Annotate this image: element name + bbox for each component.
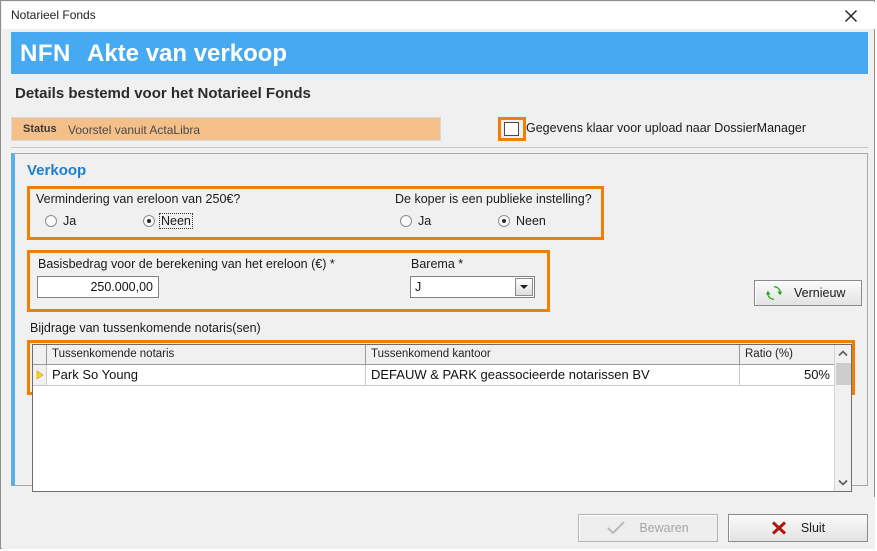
close-button-label: Sluit	[800, 521, 826, 535]
radio-publieke-instelling-ja[interactable]: Ja	[400, 214, 431, 228]
radio-mark-icon	[45, 215, 57, 227]
upload-ready-label: Gegevens klaar voor upload naar DossierM…	[526, 121, 807, 135]
chevron-down-icon[interactable]	[515, 278, 533, 296]
window-title: Notarieel Fonds	[11, 8, 96, 22]
close-icon	[845, 10, 857, 22]
radio-publieke-instelling-neen[interactable]: Neen	[498, 214, 546, 228]
grid-empty-area	[33, 386, 835, 491]
verkoop-panel: Verkoop Vermindering van ereloon van 250…	[11, 153, 868, 492]
check-icon	[607, 521, 626, 535]
radio-label: Ja	[63, 214, 77, 228]
close-window-button[interactable]	[833, 5, 869, 27]
header-divider	[11, 147, 868, 148]
status-label: Status	[23, 123, 57, 135]
radio-vermindering-ja[interactable]: Ja	[45, 214, 76, 228]
radio-mark-icon	[400, 215, 412, 227]
x-icon	[771, 521, 787, 535]
scroll-down-icon[interactable]	[835, 474, 851, 491]
barema-value: J	[415, 280, 422, 294]
radio-label: Ja	[418, 214, 432, 228]
status-bar: Status Voorstel vanuit ActaLibra	[11, 117, 441, 141]
refresh-icon	[766, 285, 782, 301]
grid-vertical-scrollbar[interactable]	[834, 345, 851, 491]
save-button[interactable]: Bewaren	[578, 514, 718, 542]
panel-title: Verkoop	[27, 162, 87, 179]
question-1-label: Vermindering van ereloon van 250€?	[36, 192, 241, 206]
grid-header-notaris[interactable]: Tussenkomende notaris	[47, 345, 366, 364]
close-button[interactable]: Sluit	[728, 514, 868, 542]
radio-mark-icon	[498, 215, 510, 227]
radio-label: Neen	[159, 213, 193, 229]
question-2-label: De koper is een publieke instelling?	[395, 192, 592, 206]
grid-header-kantoor[interactable]: Tussenkomend kantoor	[366, 345, 740, 364]
scrollbar-thumb[interactable]	[836, 363, 851, 385]
basisbedrag-input[interactable]	[37, 276, 159, 298]
cell-notaris: Park So Young	[47, 365, 366, 385]
barema-select[interactable]: J	[410, 276, 535, 298]
radio-label: Neen	[516, 214, 546, 228]
refresh-button[interactable]: Vernieuw	[754, 280, 862, 306]
grid-header-ratio[interactable]: Ratio (%)	[740, 345, 835, 364]
radio-mark-icon	[143, 215, 155, 227]
banner-title: Akte van verkoop	[87, 40, 288, 67]
refresh-button-label: Vernieuw	[794, 286, 846, 300]
basisbedrag-label: Basisbedrag voor de berekening van het e…	[38, 257, 335, 271]
page-subtitle: Details bestemd voor het Notarieel Fonds	[15, 85, 311, 102]
grid-header-indicator	[33, 345, 47, 364]
notaris-grid: Tussenkomende notaris Tussenkomend kanto…	[32, 344, 852, 492]
cell-kantoor: DEFAUW & PARK geassocieerde notarissen B…	[366, 365, 740, 385]
status-value: Voorstel vanuit ActaLibra	[68, 123, 201, 137]
window-titlebar: Notarieel Fonds	[2, 2, 875, 29]
save-button-label: Bewaren	[639, 521, 689, 535]
notarieel-fonds-window: Notarieel Fonds NFN Akte van verkoop Det…	[0, 0, 875, 549]
current-row-arrow-icon	[33, 365, 47, 385]
header-banner: NFN Akte van verkoop	[11, 32, 868, 74]
radio-vermindering-neen[interactable]: Neen	[143, 213, 193, 229]
cell-ratio: 50%	[803, 367, 830, 382]
table-caption: Bijdrage van tussenkomende notaris(sen)	[30, 321, 261, 335]
upload-ready-checkbox[interactable]	[504, 122, 519, 136]
banner-code: NFN	[20, 40, 71, 67]
grid-header-row: Tussenkomende notaris Tussenkomend kanto…	[33, 345, 835, 365]
barema-label: Barema *	[411, 257, 464, 271]
table-row[interactable]: Park So Young DEFAUW & PARK geassocieerd…	[33, 365, 835, 386]
scroll-up-icon[interactable]	[835, 345, 851, 362]
